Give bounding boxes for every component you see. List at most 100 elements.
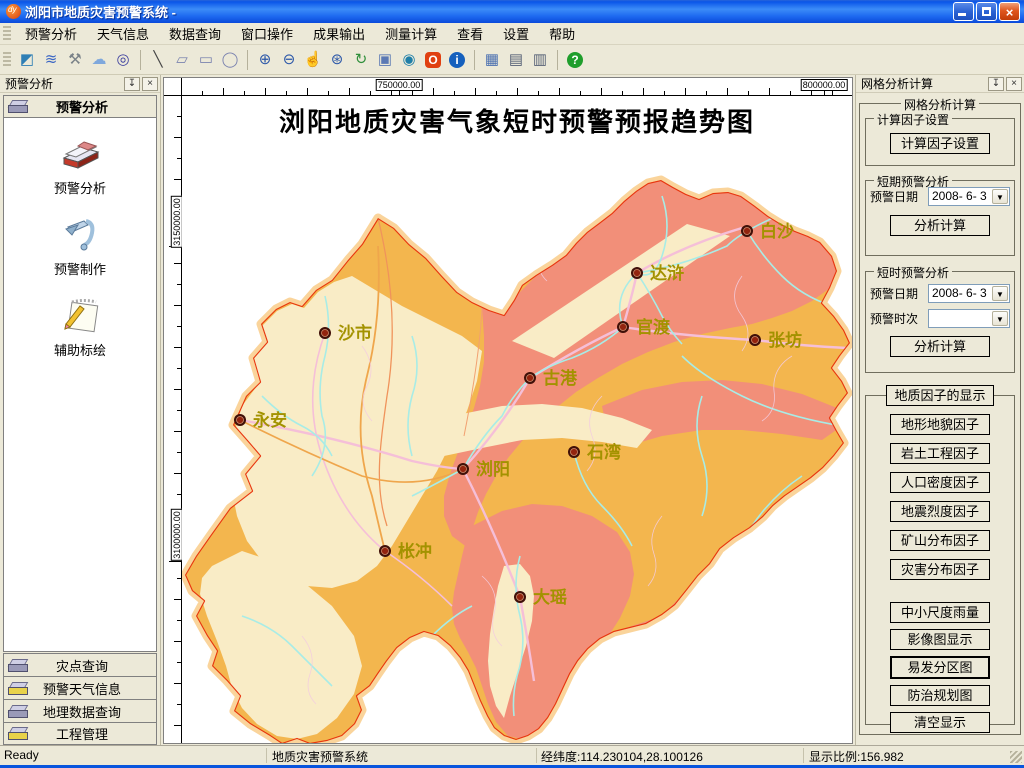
title-bar: 浏阳市地质灾害预警系统 - × xyxy=(0,0,1024,23)
ellipse-tool-icon[interactable]: ◯ xyxy=(219,49,241,71)
display-button-1[interactable]: 影像图显示 xyxy=(890,629,990,650)
bottom-item-2[interactable]: 地理数据查询 xyxy=(3,699,157,722)
plotter-yellow-icon xyxy=(8,727,28,740)
geo-factor-display-button[interactable]: 地质因子的显示 xyxy=(886,385,994,406)
forecast-time-combo[interactable]: ▼ xyxy=(928,309,1010,328)
print-preview-icon[interactable]: ▥ xyxy=(529,49,551,71)
menu-item-6[interactable]: 查看 xyxy=(447,22,493,45)
left-panel-bottom-items: 灾点查询预警天气信息地理数据查询工程管理 xyxy=(3,653,157,745)
svg-text:张坊: 张坊 xyxy=(768,330,802,350)
menu-item-0[interactable]: 预警分析 xyxy=(15,22,87,45)
zoom-in-icon[interactable]: ⊕ xyxy=(254,49,276,71)
print-icon[interactable]: ▤ xyxy=(505,49,527,71)
factor-settings-button[interactable]: 计算因子设置 xyxy=(890,133,990,154)
pin-icon[interactable]: ↧ xyxy=(988,77,1004,91)
status-bar: Ready 地质灾害预警系统 经纬度:114.230104,28.100126 … xyxy=(0,745,1024,765)
display-button-3[interactable]: 防治规划图 xyxy=(890,685,990,706)
liuyang-map: 白沙达浒官渡张坊沙市古港永安石湾浏阳枨冲大瑶 xyxy=(182,96,852,743)
menu-item-4[interactable]: 成果输出 xyxy=(303,22,375,45)
short-time-label: 短时预警分析 xyxy=(874,264,952,281)
short-term-calc-button[interactable]: 分析计算 xyxy=(890,215,990,236)
status-coordinates: 经纬度:114.230104,28.100126 xyxy=(541,748,703,765)
refresh-icon[interactable]: ↻ xyxy=(350,49,372,71)
factor-settings-group: 计算因子设置 计算因子设置 xyxy=(865,118,1015,166)
menu-item-2[interactable]: 数据查询 xyxy=(159,22,231,45)
make-warning-icon xyxy=(58,213,102,255)
app-window: 浏阳市地质灾害预警系统 - × 预警分析天气信息数据查询窗口操作成果输出测量计算… xyxy=(0,0,1024,768)
geo-factor-button-0[interactable]: 地形地貌因子 xyxy=(890,414,990,435)
hammer-icon[interactable]: ⚒ xyxy=(64,49,86,71)
bottom-item-label: 工程管理 xyxy=(32,724,132,743)
bottom-item-0[interactable]: 灾点查询 xyxy=(3,653,157,676)
status-system: 地质灾害预警系统 xyxy=(272,748,368,765)
cloud-icon[interactable]: ☁ xyxy=(88,49,110,71)
menu-item-1[interactable]: 天气信息 xyxy=(87,22,159,45)
svg-text:枨冲: 枨冲 xyxy=(398,541,432,561)
bottom-item-1[interactable]: 预警天气信息 xyxy=(3,676,157,699)
line-tool-icon[interactable]: ╲ xyxy=(147,49,169,71)
warning-map-icon[interactable]: ◩ xyxy=(16,49,38,71)
menu-item-3[interactable]: 窗口操作 xyxy=(231,22,303,45)
bottom-item-3[interactable]: 工程管理 xyxy=(3,722,157,745)
right-panel: 网格分析计算 ↧ × 网格分析计算 计算因子设置 计算因子设置 短期预警分析 预… xyxy=(855,75,1024,745)
image-view-icon[interactable]: ▦ xyxy=(481,49,503,71)
geo-factor-button-4[interactable]: 矿山分布因子 xyxy=(890,530,990,551)
geo-factor-button-5[interactable]: 灾害分布因子 xyxy=(890,559,990,580)
rectangle-tool-icon[interactable]: ▭ xyxy=(195,49,217,71)
forecast-time-label: 预警时次 xyxy=(870,310,928,327)
svg-text:达浒: 达浒 xyxy=(650,263,684,283)
stop-icon[interactable]: O xyxy=(422,49,444,71)
flood-gauge-icon[interactable]: ≋ xyxy=(40,49,62,71)
short-time-calc-button[interactable]: 分析计算 xyxy=(890,336,990,357)
pencil-pad-icon xyxy=(58,294,102,336)
toolbar-separator xyxy=(140,50,141,70)
resize-grip[interactable] xyxy=(1010,751,1022,763)
nav-item-warning-analysis[interactable]: 预警分析 xyxy=(4,134,156,197)
globe-icon[interactable]: ◉ xyxy=(398,49,420,71)
map-canvas[interactable]: 浏阳地质灾害气象短时预警预报趋势图 xyxy=(182,96,852,743)
close-button[interactable]: × xyxy=(999,2,1020,21)
right-panel-title-bar: 网格分析计算 ↧ × xyxy=(856,75,1024,93)
restore-button[interactable] xyxy=(976,2,997,21)
chevron-down-icon[interactable]: ▼ xyxy=(992,311,1008,326)
book-icon xyxy=(58,134,102,174)
menu-item-8[interactable]: 帮助 xyxy=(539,22,585,45)
map-title: 浏阳地质灾害气象短时预警预报趋势图 xyxy=(182,102,852,139)
chevron-down-icon[interactable]: ▼ xyxy=(992,286,1008,301)
geo-factor-button-2[interactable]: 人口密度因子 xyxy=(890,472,990,493)
display-button-0[interactable]: 中小尺度雨量 xyxy=(890,602,990,623)
zoom-extent-icon[interactable]: ⊛ xyxy=(326,49,348,71)
polygon-tool-icon[interactable]: ▱ xyxy=(171,49,193,71)
menu-item-7[interactable]: 设置 xyxy=(493,22,539,45)
short-term-group: 短期预警分析 预警日期 2008- 6- 3▼ 分析计算 xyxy=(865,180,1015,256)
geo-factor-button-3[interactable]: 地震烈度因子 xyxy=(890,501,990,522)
display-button-2[interactable]: 易发分区图 xyxy=(890,656,990,679)
menu-grip xyxy=(3,26,11,42)
toolbar: ◩≋⚒☁◎ ╲▱▭◯ ⊕⊖☝⊛↻▣◉Oi ▦▤▥? xyxy=(0,45,1024,75)
nav-item-warning-make[interactable]: 预警制作 xyxy=(4,213,156,278)
chevron-down-icon[interactable]: ▼ xyxy=(992,189,1008,204)
help-icon[interactable]: ? xyxy=(564,49,586,71)
minimize-button[interactable] xyxy=(953,2,974,21)
nav-item-aux-drawing[interactable]: 辅助标绘 xyxy=(4,294,156,359)
display-button-4[interactable]: 清空显示 xyxy=(890,712,990,733)
crosshair-icon[interactable]: ◎ xyxy=(112,49,134,71)
menu-item-5[interactable]: 测量计算 xyxy=(375,22,447,45)
svg-text:沙市: 沙市 xyxy=(338,323,372,343)
window-title: 浏阳市地质灾害预警系统 - xyxy=(25,2,951,21)
close-panel-icon[interactable]: × xyxy=(142,77,158,91)
svg-text:浏阳: 浏阳 xyxy=(476,459,510,479)
info-icon[interactable]: i xyxy=(446,49,468,71)
forecast-date-combo[interactable]: 2008- 6- 3▼ xyxy=(928,284,1010,303)
status-scale: 显示比例:156.982 xyxy=(809,748,904,765)
close-panel-icon[interactable]: × xyxy=(1006,77,1022,91)
app-icon xyxy=(6,4,21,19)
zoom-out-icon[interactable]: ⊖ xyxy=(278,49,300,71)
grid-analysis-groupbox: 网格分析计算 计算因子设置 计算因子设置 短期预警分析 预警日期 2008- 6… xyxy=(859,103,1021,735)
nav-item-label: 预警分析 xyxy=(4,178,156,197)
copy-view-icon[interactable]: ▣ xyxy=(374,49,396,71)
pan-icon[interactable]: ☝ xyxy=(302,49,324,71)
forecast-date-combo[interactable]: 2008- 6- 3▼ xyxy=(928,187,1010,206)
pin-icon[interactable]: ↧ xyxy=(124,77,140,91)
geo-factor-button-1[interactable]: 岩土工程因子 xyxy=(890,443,990,464)
